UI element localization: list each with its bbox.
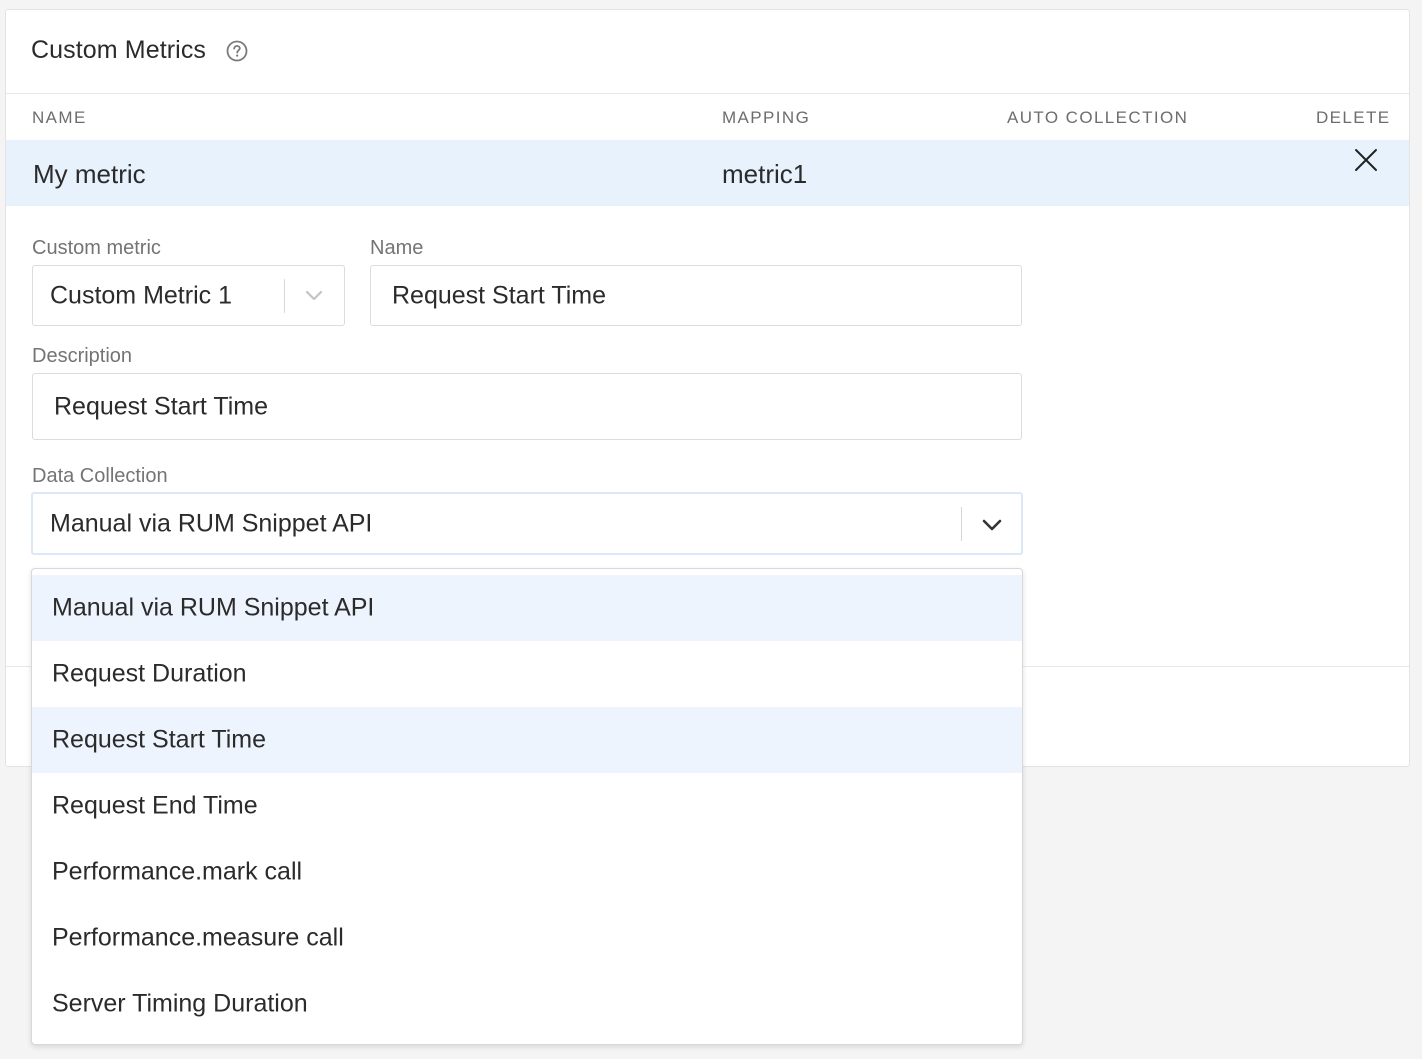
option-label: Performance.mark call bbox=[52, 857, 303, 886]
row-mapping-cell: metric1 bbox=[722, 159, 808, 189]
option-manual-rum-snippet-api[interactable]: Manual via RUM Snippet API bbox=[32, 575, 1022, 641]
select-divider bbox=[961, 507, 962, 541]
option-label: Request Duration bbox=[52, 659, 247, 688]
select-divider bbox=[284, 279, 285, 313]
column-header-auto-collection: AUTO COLLECTION bbox=[1007, 108, 1189, 127]
option-performance-measure-call[interactable]: Performance.measure call bbox=[32, 905, 1022, 971]
chevron-down-icon[interactable] bbox=[982, 519, 1002, 532]
card-header: Custom Metrics bbox=[6, 10, 1409, 94]
option-label: Request Start Time bbox=[52, 725, 266, 754]
close-icon[interactable] bbox=[1353, 147, 1379, 173]
name-label: Name bbox=[370, 237, 424, 259]
table-row[interactable]: My metric metric1 bbox=[6, 140, 1409, 206]
option-request-duration[interactable]: Request Duration bbox=[32, 641, 1022, 707]
option-label: Performance.measure call bbox=[52, 923, 344, 952]
column-header-delete: DELETE bbox=[1316, 108, 1391, 127]
option-label: Server Timing Duration bbox=[52, 989, 308, 1018]
chevron-down-icon[interactable] bbox=[305, 290, 323, 302]
data-collection-label: Data Collection bbox=[32, 465, 168, 487]
custom-metric-label: Custom metric bbox=[32, 237, 161, 259]
option-label: Manual via RUM Snippet API bbox=[52, 593, 375, 622]
row-name-cell: My metric bbox=[33, 159, 146, 189]
description-input-value: Request Start Time bbox=[54, 392, 268, 420]
option-request-end-time[interactable]: Request End Time bbox=[32, 773, 1022, 839]
option-performance-mark-call[interactable]: Performance.mark call bbox=[32, 839, 1022, 905]
question-circle-icon[interactable] bbox=[226, 40, 248, 62]
option-label: Request End Time bbox=[52, 791, 258, 820]
name-input-value: Request Start Time bbox=[392, 281, 606, 309]
custom-metric-select[interactable]: Custom Metric 1 bbox=[32, 265, 345, 326]
description-label: Description bbox=[32, 345, 133, 367]
data-collection-select[interactable]: Manual via RUM Snippet API bbox=[31, 492, 1023, 555]
description-input[interactable]: Request Start Time bbox=[32, 373, 1022, 440]
card-title: Custom Metrics bbox=[31, 36, 207, 64]
option-server-timing-duration[interactable]: Server Timing Duration bbox=[32, 971, 1022, 1037]
column-header-name: NAME bbox=[32, 108, 87, 127]
custom-metric-value: Custom Metric 1 bbox=[50, 281, 232, 309]
column-header-mapping: MAPPING bbox=[722, 108, 811, 127]
option-request-start-time[interactable]: Request Start Time bbox=[32, 707, 1022, 773]
name-input[interactable]: Request Start Time bbox=[370, 265, 1022, 326]
data-collection-dropdown-menu: Manual via RUM Snippet API Request Durat… bbox=[31, 568, 1023, 1045]
data-collection-value: Manual via RUM Snippet API bbox=[50, 509, 373, 537]
